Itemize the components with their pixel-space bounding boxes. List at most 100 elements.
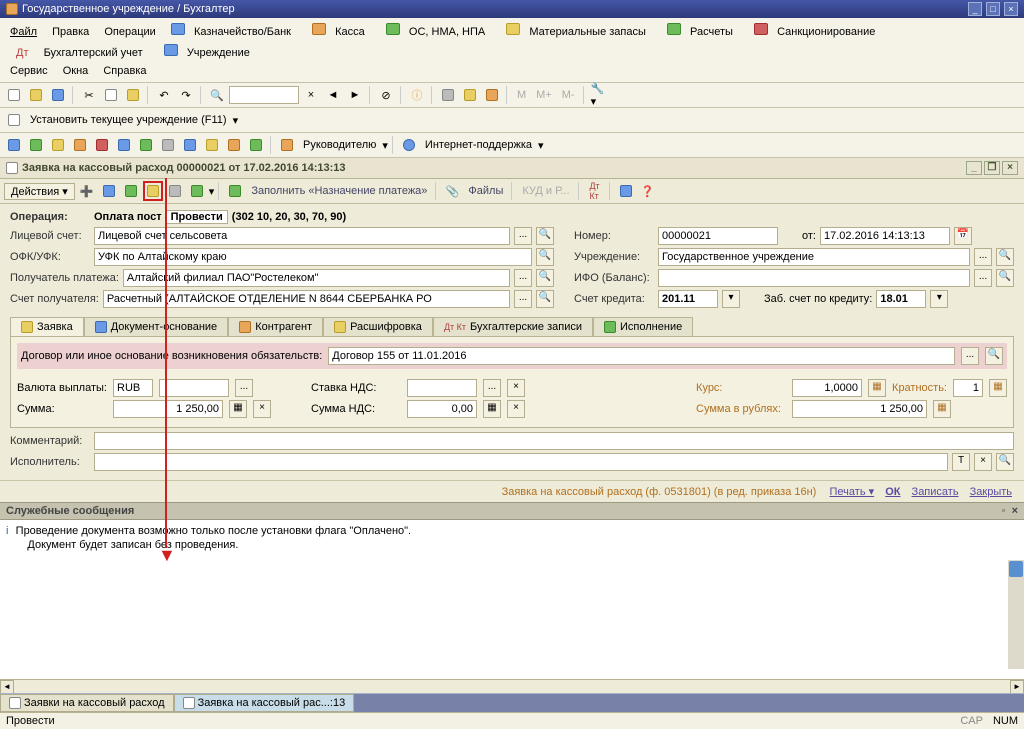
svc-close-icon[interactable]: ×	[1012, 505, 1018, 517]
copy-icon[interactable]	[101, 85, 121, 105]
stop-icon[interactable]: ⊘	[376, 85, 396, 105]
ofk-search-icon[interactable]: 🔍	[536, 248, 554, 266]
doc-restore-button[interactable]: ❐	[984, 161, 1000, 175]
rukovod-label[interactable]: Руководителю	[299, 137, 380, 153]
cal-icon[interactable]	[460, 85, 480, 105]
menu-windows[interactable]: Окна	[57, 63, 95, 79]
rep12-icon[interactable]	[246, 135, 266, 155]
krat-input[interactable]	[953, 379, 983, 397]
inet-label[interactable]: Интернет-поддержка	[421, 137, 536, 153]
kudr-link[interactable]: КУД и Р...	[518, 185, 573, 197]
menu-raschety[interactable]: Расчеты	[661, 21, 745, 42]
recip-input[interactable]	[123, 269, 510, 287]
contract-select-icon[interactable]: ...	[961, 347, 979, 365]
tab-zayavka[interactable]: Заявка	[10, 317, 84, 336]
credit-input[interactable]	[658, 290, 718, 308]
new-icon[interactable]	[4, 85, 24, 105]
menu-os[interactable]: ОС, НМА, НПА	[380, 21, 497, 42]
rep5-icon[interactable]	[92, 135, 112, 155]
contract-input[interactable]	[328, 347, 955, 365]
menu-edit[interactable]: Правка	[46, 24, 95, 40]
min-button[interactable]: _	[968, 2, 982, 16]
search-clear-icon[interactable]: ×	[301, 85, 321, 105]
lschet-search-icon[interactable]: 🔍	[536, 227, 554, 245]
date-cal-icon[interactable]: 📅	[954, 227, 972, 245]
tab-exec[interactable]: Исполнение	[593, 317, 693, 336]
recip-select-icon[interactable]: ...	[514, 269, 532, 287]
num-input[interactable]	[658, 227, 778, 245]
operation-btn[interactable]: Провести	[166, 210, 228, 224]
currency-select-icon[interactable]: ...	[235, 379, 253, 397]
help-icon[interactable]: ❓	[638, 181, 658, 201]
menu-help[interactable]: Справка	[97, 63, 152, 79]
dt-fill-icon[interactable]	[225, 181, 245, 201]
rate-select-icon[interactable]: ...	[483, 379, 501, 397]
org-search-icon[interactable]: 🔍	[996, 248, 1014, 266]
rep8-icon[interactable]	[158, 135, 178, 155]
menu-kassa[interactable]: Касса	[306, 21, 377, 42]
kurs-input[interactable]	[792, 379, 862, 397]
date-input[interactable]	[820, 227, 950, 245]
dt-unpost-icon[interactable]	[165, 181, 185, 201]
kurs-calc-icon[interactable]: ▦	[868, 379, 886, 397]
doc-min-button[interactable]: _	[966, 161, 982, 175]
dt-copy-icon[interactable]	[121, 181, 141, 201]
actions-dropdown[interactable]: Действия ▾	[4, 183, 75, 200]
close-button[interactable]: ×	[1004, 2, 1018, 16]
rep4-icon[interactable]	[70, 135, 90, 155]
save-icon[interactable]	[48, 85, 68, 105]
krat-calc-icon[interactable]: ▦	[989, 379, 1007, 397]
rate-clear-icon[interactable]: ×	[507, 379, 525, 397]
comment-input[interactable]	[94, 432, 1014, 450]
svc-pin-icon[interactable]: ◦	[1002, 505, 1006, 517]
dt-new-icon[interactable]: ➕	[77, 181, 97, 201]
next-icon[interactable]: ►	[345, 85, 365, 105]
set-inst-dropdown-icon[interactable]: ▾	[233, 114, 239, 127]
zab-drop-icon[interactable]: ▾	[930, 290, 948, 308]
contract-search-icon[interactable]: 🔍	[985, 347, 1003, 365]
dt-refresh-icon[interactable]	[99, 181, 119, 201]
menu-sanction[interactable]: Санкционирование	[748, 21, 887, 42]
rub-calc-icon[interactable]: ▦	[933, 400, 951, 418]
menu-treasury[interactable]: Казначейство/Банк	[165, 21, 303, 42]
open-icon[interactable]	[26, 85, 46, 105]
recip-search-icon[interactable]: 🔍	[536, 269, 554, 287]
rub-input[interactable]	[792, 400, 927, 418]
dtk-icon[interactable]: ДтКт	[585, 181, 605, 201]
org-input[interactable]	[658, 248, 970, 266]
save-button[interactable]: Записать	[912, 486, 959, 498]
menu-buh[interactable]: Дт Бухгалтерский учет	[4, 43, 155, 63]
chart-icon[interactable]	[482, 85, 502, 105]
rep7-icon[interactable]	[136, 135, 156, 155]
sumnds-input[interactable]	[407, 400, 477, 418]
ifo-search-icon[interactable]: 🔍	[996, 269, 1014, 287]
ofk-input[interactable]	[94, 248, 532, 266]
rep6-icon[interactable]	[114, 135, 134, 155]
print-link[interactable]: Печать ▾	[830, 486, 875, 498]
doc-close-button[interactable]: ×	[1002, 161, 1018, 175]
undo-icon[interactable]: ↶	[154, 85, 174, 105]
rep10-icon[interactable]	[202, 135, 222, 155]
tab-contragent[interactable]: Контрагент	[228, 317, 323, 336]
search-icon[interactable]: 🔍	[207, 85, 227, 105]
exec-t-icon[interactable]: T	[952, 453, 970, 471]
scroll-left-icon[interactable]: ◄	[0, 680, 14, 694]
rep3-icon[interactable]	[48, 135, 68, 155]
sum-input[interactable]	[113, 400, 223, 418]
dt-post-icon[interactable]	[143, 181, 163, 201]
currency-input[interactable]	[113, 379, 153, 397]
rate-input[interactable]	[407, 379, 477, 397]
rep2-icon[interactable]	[26, 135, 46, 155]
menu-ops[interactable]: Операции	[98, 24, 161, 40]
tab-doc-basis[interactable]: Документ-основание	[84, 317, 228, 336]
menu-uchr[interactable]: Учреждение	[158, 42, 262, 63]
ifo-input[interactable]	[658, 269, 970, 287]
sum-calc-icon[interactable]: ▦	[229, 400, 247, 418]
ifo-select-icon[interactable]: ...	[974, 269, 992, 287]
dt-basedon-icon[interactable]	[187, 181, 207, 201]
scroll-right-icon[interactable]: ►	[1010, 680, 1024, 694]
menu-service[interactable]: Сервис	[4, 63, 54, 79]
close-button-footer[interactable]: Закрыть	[970, 486, 1012, 498]
prev-icon[interactable]: ◄	[323, 85, 343, 105]
sum-clear-icon[interactable]: ×	[253, 400, 271, 418]
